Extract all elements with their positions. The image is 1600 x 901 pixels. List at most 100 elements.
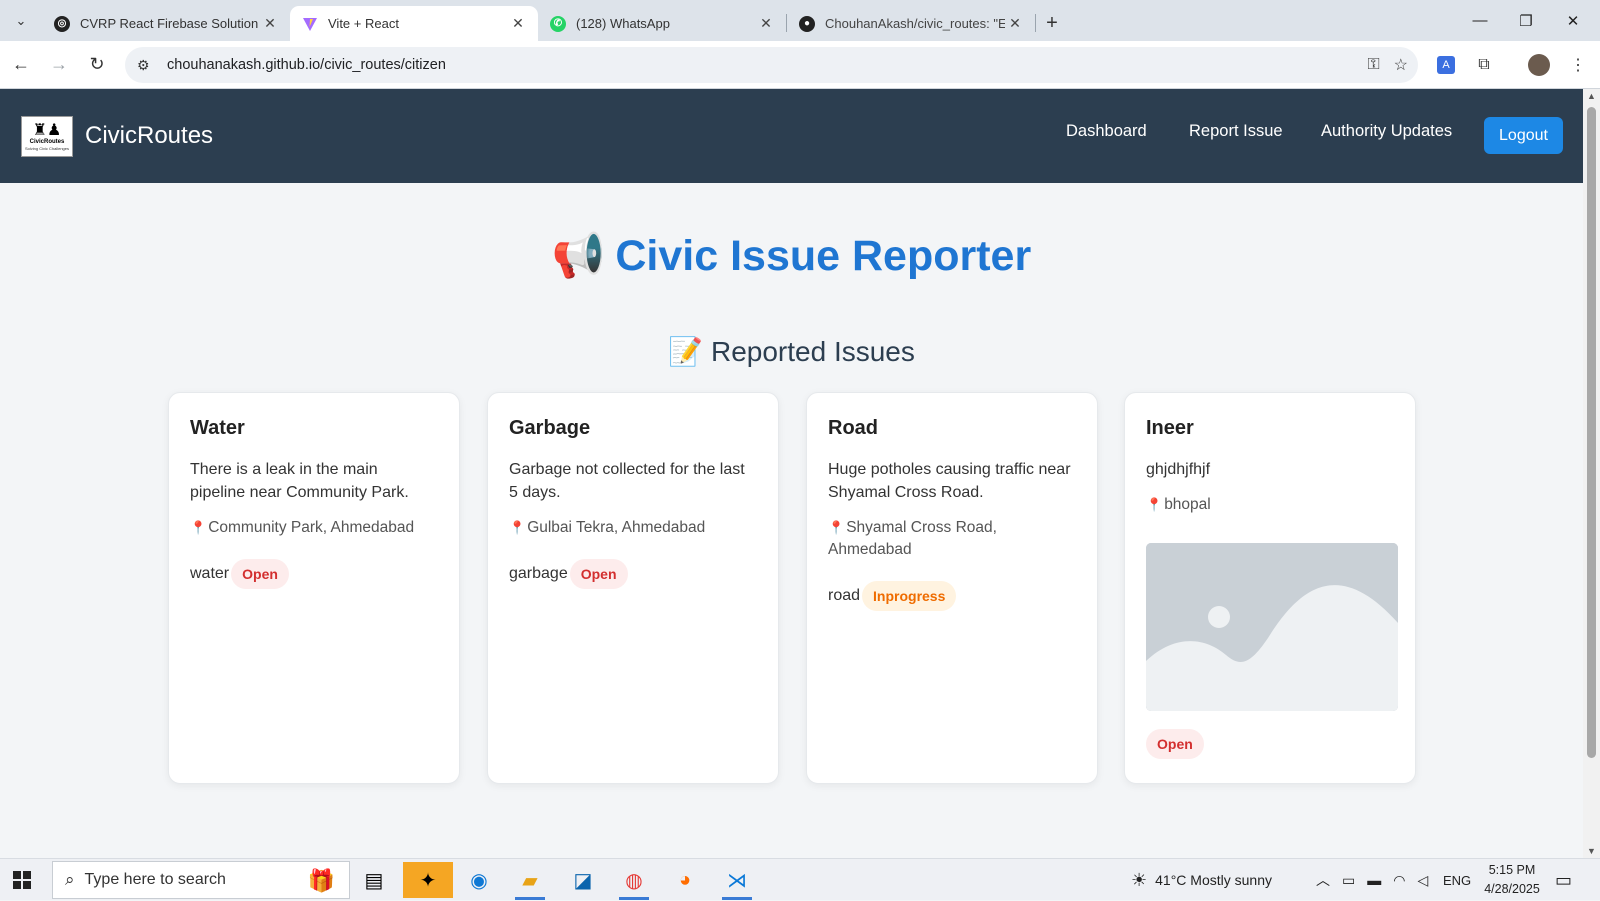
- scrollbar-thumb[interactable]: [1587, 107, 1596, 758]
- openai-icon: ◎: [54, 15, 70, 32]
- tab-title: Vite + React: [328, 16, 399, 31]
- page-scrollbar[interactable]: ▲ ▼: [1583, 89, 1600, 858]
- issue-description: Huge potholes causing traffic near Shyam…: [828, 461, 1071, 501]
- pin-icon: 📍: [509, 520, 526, 535]
- clock-time: 5:15 PM: [1488, 863, 1536, 877]
- reload-icon[interactable]: ↻: [80, 48, 114, 82]
- browser-tab[interactable]: ✆ (128) WhatsApp ✕: [538, 6, 786, 41]
- section-title: 📝 Reported Issues: [0, 335, 1583, 368]
- memo-icon: 📝: [668, 336, 703, 367]
- tab-close-icon[interactable]: ✕: [756, 15, 776, 32]
- minimize-icon[interactable]: —: [1457, 0, 1503, 41]
- brand-name[interactable]: CivicRoutes: [85, 122, 213, 150]
- browser-tab[interactable]: ● ChouhanAkash/civic_routes: "Er ✕: [787, 6, 1035, 41]
- vite-icon: [302, 16, 318, 32]
- windows-start-icon[interactable]: [13, 871, 31, 894]
- forward-arrow-icon[interactable]: →: [42, 48, 76, 82]
- page-title-text: Civic Issue Reporter: [615, 232, 1032, 280]
- restore-icon[interactable]: ❐: [1503, 0, 1549, 41]
- issue-location: 📍 Shyamal Cross Road, Ahmedabad: [828, 517, 1028, 560]
- nav-dashboard[interactable]: Dashboard: [1066, 122, 1147, 141]
- issue-location-text: Shyamal Cross Road, Ahmedabad: [828, 519, 997, 558]
- battery-icon[interactable]: ▬: [1367, 872, 1381, 888]
- bookmark-star-icon[interactable]: ☆: [1394, 55, 1408, 75]
- scroll-up-arrow-icon[interactable]: ▲: [1583, 91, 1600, 101]
- megaphone-icon: 📢: [551, 232, 606, 280]
- show-hidden-icons-chevron-icon[interactable]: ︿: [1316, 870, 1330, 890]
- omnibox-actions: ⚿ ☆: [1367, 47, 1408, 83]
- notification-center-icon[interactable]: ▭: [1555, 859, 1572, 901]
- issue-location-text: Community Park, Ahmedabad: [208, 519, 415, 536]
- meet-now-icon[interactable]: ▭: [1342, 872, 1355, 889]
- password-key-icon[interactable]: ⚿: [1367, 56, 1379, 74]
- url-text[interactable]: chouhanakash.github.io/civic_routes/citi…: [167, 57, 446, 73]
- clock-date: 4/28/2025: [1484, 882, 1540, 896]
- issue-status-row: Open: [1146, 729, 1204, 759]
- pin-icon: 📍: [828, 520, 845, 535]
- image-placeholder-icon: [1146, 543, 1398, 711]
- clock[interactable]: 5:15 PM 4/28/2025: [1478, 859, 1546, 901]
- volume-icon[interactable]: ◁: [1417, 872, 1428, 889]
- outlook-icon[interactable]: ◪: [562, 862, 604, 898]
- vscode-icon[interactable]: ⋊: [716, 862, 758, 900]
- profile-avatar[interactable]: [1523, 41, 1555, 89]
- issue-description: Garbage not collected for the last 5 day…: [509, 461, 745, 501]
- weather-widget[interactable]: ☀ 41°C Mostly sunny: [1131, 859, 1272, 901]
- issue-image-broken: water: [190, 565, 230, 582]
- new-tab-plus-icon[interactable]: +: [1036, 6, 1068, 41]
- tab-close-icon[interactable]: ✕: [508, 15, 528, 32]
- gifts-highlight-icon: 🎁: [307, 868, 335, 893]
- page-title: 📢 Civic Issue Reporter: [0, 231, 1583, 281]
- status-badge: Open: [231, 559, 289, 589]
- system-tray-icons: ︿ ▭ ▬ ◠ ◁: [1316, 859, 1428, 901]
- tab-title: (128) WhatsApp: [576, 16, 670, 31]
- civicroutes-logo[interactable]: ♜♟ CivicRoutes Solving Civic Challenges: [21, 116, 73, 157]
- browser-tab[interactable]: ◎ CVRP React Firebase Solution ✕: [42, 6, 290, 41]
- edge-browser-icon[interactable]: ◉: [458, 862, 500, 898]
- chrome-icon[interactable]: ◍: [613, 862, 655, 900]
- pin-icon: 📍: [1146, 497, 1163, 512]
- tab-title: CVRP React Firebase Solution: [80, 16, 259, 31]
- search-icon: ⌕: [65, 870, 75, 889]
- issue-image-broken: road: [828, 587, 861, 604]
- issue-location-text: bhopal: [1164, 496, 1211, 513]
- browser-menu-icon[interactable]: ⋮: [1562, 41, 1594, 89]
- task-view-icon[interactable]: ▤: [353, 862, 395, 898]
- issue-image-row: water Open: [190, 559, 289, 589]
- pin-icon: 📍: [190, 520, 207, 535]
- sun-weather-icon: ☀: [1131, 869, 1148, 890]
- browser-tab-active[interactable]: Vite + React ✕: [290, 6, 538, 41]
- browser-toolbar: ← → ↻ ⚙ chouhanakash.github.io/civic_rou…: [0, 41, 1600, 89]
- issue-category: Road: [828, 417, 878, 439]
- address-bar[interactable]: ⚙ chouhanakash.github.io/civic_routes/ci…: [125, 47, 1418, 83]
- issue-category: Garbage: [509, 417, 591, 439]
- translate-extension-icon[interactable]: A: [1430, 41, 1462, 89]
- weather-text: 41°C Mostly sunny: [1155, 872, 1273, 888]
- file-explorer-icon[interactable]: ▰: [509, 862, 551, 900]
- scroll-down-arrow-icon[interactable]: ▼: [1583, 846, 1600, 856]
- logout-button[interactable]: Logout: [1484, 117, 1563, 154]
- issue-card: Water There is a leak in the main pipeli…: [168, 392, 460, 784]
- tab-title: ChouhanAkash/civic_routes: "Er: [825, 16, 1005, 31]
- back-arrow-icon[interactable]: ←: [4, 48, 38, 82]
- taskbar-search-input[interactable]: ⌕ Type here to search 🎁: [52, 861, 350, 899]
- tab-close-icon[interactable]: ✕: [260, 15, 280, 32]
- windows-taskbar: ⌕ Type here to search 🎁 ▤ ✦ ◉ ▰ ◪ ◍ ◕ ⋊ …: [0, 858, 1600, 900]
- copilot-app-icon[interactable]: ✦: [403, 862, 453, 898]
- close-window-icon[interactable]: ✕: [1550, 0, 1596, 41]
- taskbar-search-placeholder: Type here to search: [84, 871, 226, 888]
- tab-search-chevron-icon[interactable]: ⌄: [0, 0, 42, 41]
- issue-image-broken: garbage: [509, 565, 568, 582]
- issue-card: Ineer ghjdhjfhjf 📍 bhopal Open: [1124, 392, 1416, 784]
- wifi-icon[interactable]: ◠: [1393, 872, 1405, 889]
- extensions-puzzle-icon[interactable]: ⧉: [1468, 41, 1500, 89]
- firefox-icon[interactable]: ◕: [664, 862, 706, 898]
- nav-report-issue[interactable]: Report Issue: [1189, 122, 1283, 141]
- tab-close-icon[interactable]: ✕: [1005, 15, 1025, 32]
- issue-location: 📍 Community Park, Ahmedabad: [190, 517, 440, 539]
- nav-authority-updates[interactable]: Authority Updates: [1321, 122, 1452, 141]
- site-info-icon[interactable]: ⚙: [137, 57, 159, 74]
- issue-image-row: garbage Open: [509, 559, 628, 589]
- language-indicator[interactable]: ENG: [1443, 859, 1471, 901]
- issue-location: 📍 Gulbai Tekra, Ahmedabad: [509, 517, 759, 539]
